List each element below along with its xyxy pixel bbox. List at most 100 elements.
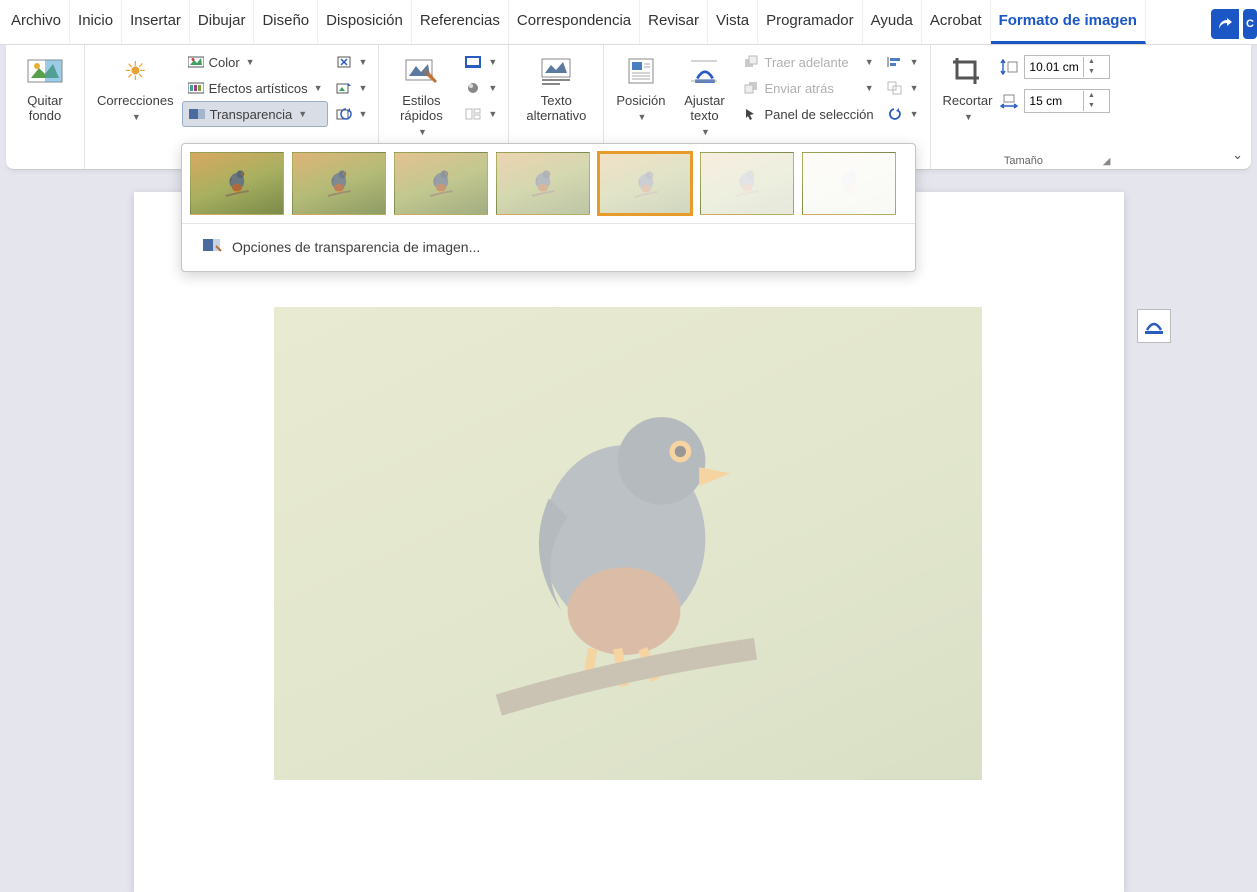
tab-referencias[interactable]: Referencias [412, 0, 509, 44]
group-icon [886, 79, 904, 97]
tab-acrobat[interactable]: Acrobat [922, 0, 991, 44]
group-button: ▼ [881, 75, 924, 101]
chevron-down-icon: ▼ [701, 127, 710, 137]
chevron-down-icon: ▼ [910, 83, 919, 93]
alt-text-button[interactable]: Texto alternativo [515, 49, 597, 127]
chevron-down-icon: ▼ [964, 112, 973, 122]
height-field[interactable] [1025, 60, 1083, 74]
width-icon [1000, 92, 1018, 110]
transparency-button[interactable]: Transparencia ▼ [182, 101, 328, 127]
picture-layout-button: ▼ [459, 101, 502, 127]
position-label: Posición [616, 93, 665, 108]
transparency-preset-2[interactable] [394, 152, 488, 215]
transparency-options-icon [202, 236, 222, 257]
height-input[interactable]: ▲▼ [1024, 55, 1110, 79]
artistic-effects-icon [187, 79, 205, 97]
spin-down[interactable]: ▼ [1084, 67, 1098, 77]
transparency-preset-1[interactable] [292, 152, 386, 215]
remove-background-label: Quitar fondo [18, 93, 72, 123]
artistic-effects-button[interactable]: Efectos artísticos ▼ [182, 75, 328, 101]
chevron-down-icon: ▼ [488, 57, 497, 67]
change-picture-icon [335, 79, 353, 97]
ribbon-tabs: ArchivoInicioInsertarDibujarDiseñoDispos… [0, 0, 1257, 45]
tab-ayuda[interactable]: Ayuda [863, 0, 922, 44]
transparency-label: Transparencia [210, 107, 293, 122]
wrap-text-button[interactable]: Ajustar texto ▼ [673, 49, 735, 141]
align-button[interactable]: ▼ [881, 49, 924, 75]
tab-insertar[interactable]: Insertar [122, 0, 190, 44]
chevron-down-icon: ▼ [865, 83, 874, 93]
compress-icon [335, 53, 353, 71]
chevron-down-icon: ▼ [359, 57, 368, 67]
position-icon [623, 53, 659, 89]
alt-text-icon [538, 53, 574, 89]
crop-button[interactable]: Recortar ▼ [937, 49, 999, 126]
change-picture-button[interactable]: ▼ [330, 75, 373, 101]
spin-up[interactable]: ▲ [1084, 57, 1098, 67]
transparency-preset-0[interactable] [190, 152, 284, 215]
remove-background-button[interactable]: Quitar fondo [12, 49, 78, 127]
transparency-preset-3[interactable] [496, 152, 590, 215]
compress-pictures-button[interactable]: ▼ [330, 49, 373, 75]
transparency-preset-4[interactable] [598, 152, 692, 215]
chevron-down-icon: ▼ [910, 109, 919, 119]
bring-forward-icon [742, 53, 760, 71]
artistic-effects-label: Efectos artísticos [209, 81, 308, 96]
position-button[interactable]: Posición ▼ [610, 49, 671, 126]
document-page [134, 192, 1124, 892]
tab-diseño[interactable]: Diseño [254, 0, 318, 44]
spin-down[interactable]: ▼ [1084, 101, 1098, 111]
transparency-options-button[interactable]: Opciones de transparencia de imagen... [188, 226, 909, 267]
picture-layout-icon [464, 105, 482, 123]
chevron-down-icon: ▼ [298, 109, 307, 119]
color-button[interactable]: Color ▼ [182, 49, 328, 75]
selected-image[interactable] [274, 307, 982, 780]
picture-border-icon [464, 53, 482, 71]
send-backward-label: Enviar atrás [764, 81, 833, 96]
tab-revisar[interactable]: Revisar [640, 0, 708, 44]
tab-correspondencia[interactable]: Correspondencia [509, 0, 640, 44]
chevron-down-icon: ▼ [488, 109, 497, 119]
spin-up[interactable]: ▲ [1084, 91, 1098, 101]
reset-picture-button[interactable]: ▼ [330, 101, 373, 127]
tab-vista[interactable]: Vista [708, 0, 758, 44]
picture-effects-button[interactable]: ▼ [459, 75, 502, 101]
chevron-down-icon: ▼ [488, 83, 497, 93]
rotate-button[interactable]: ▼ [881, 101, 924, 127]
picture-effects-icon [464, 79, 482, 97]
corrections-icon: ☀ [117, 53, 153, 89]
picture-border-button[interactable]: ▼ [459, 49, 502, 75]
tab-inicio[interactable]: Inicio [70, 0, 122, 44]
picture-styles-button[interactable]: Estilos rápidos ▼ [385, 49, 457, 141]
share-button[interactable] [1211, 9, 1239, 39]
wrap-text-label: Ajustar texto [679, 93, 729, 123]
tab-archivo[interactable]: Archivo [3, 0, 70, 44]
transparency-preset-6[interactable] [802, 152, 896, 215]
width-input[interactable]: ▲▼ [1024, 89, 1110, 113]
tab-disposición[interactable]: Disposición [318, 0, 412, 44]
size-group-label: Tamaño [1004, 155, 1043, 167]
selection-pane-button[interactable]: Panel de selección [737, 101, 878, 127]
crop-label: Recortar [943, 93, 993, 108]
send-backward-button: Enviar atrás ▼ [737, 75, 878, 101]
corrections-button[interactable]: ☀ Correcciones ▼ [91, 49, 180, 126]
chevron-down-icon: ▼ [637, 112, 646, 122]
comments-button[interactable]: C [1243, 9, 1257, 39]
chevron-down-icon: ▼ [418, 127, 427, 137]
size-dialog-launcher[interactable]: ◢ [1103, 156, 1111, 167]
reset-picture-icon [335, 105, 353, 123]
alt-text-label: Texto alternativo [521, 93, 591, 123]
selection-pane-label: Panel de selección [764, 107, 873, 122]
transparency-options-label: Opciones de transparencia de imagen... [232, 239, 480, 255]
width-field[interactable] [1025, 94, 1083, 108]
tab-formato-de-imagen[interactable]: Formato de imagen [991, 0, 1146, 44]
tab-dibujar[interactable]: Dibujar [190, 0, 255, 44]
bring-forward-button: Traer adelante ▼ [737, 49, 878, 75]
transparency-gallery: Opciones de transparencia de imagen... [181, 143, 916, 272]
layout-options-button[interactable] [1137, 309, 1171, 343]
collapse-ribbon-button[interactable]: ⌄ [1232, 147, 1243, 163]
tab-programador[interactable]: Programador [758, 0, 863, 44]
transparency-preset-5[interactable] [700, 152, 794, 215]
wrap-text-icon [686, 53, 722, 89]
corrections-label: Correcciones [97, 93, 174, 108]
